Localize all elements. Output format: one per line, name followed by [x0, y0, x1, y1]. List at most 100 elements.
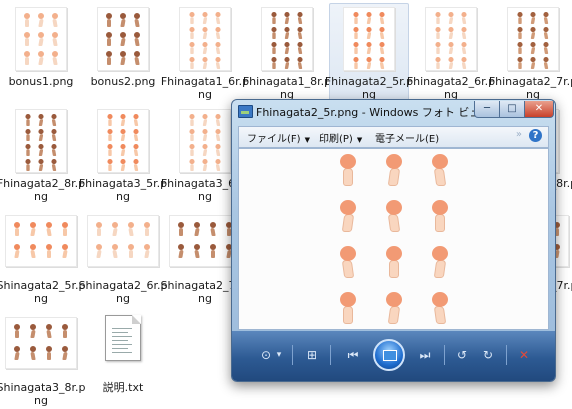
figure-sprite — [517, 42, 523, 54]
figure-sprite — [46, 222, 52, 236]
file-thumbnail — [5, 317, 77, 369]
figure-sprite — [133, 159, 139, 171]
rotate-counterclockwise-button[interactable]: ↺ — [454, 347, 470, 363]
figure-sprite — [435, 42, 441, 54]
figure-sprite — [120, 13, 126, 27]
figure-sprite — [517, 27, 523, 39]
file-item[interactable]: bonus2.png — [83, 3, 163, 103]
photo-viewer-window[interactable]: Fhinagata2_5r.png - Windows フォト ビューアー ─ … — [231, 99, 556, 382]
figure-sprite — [120, 32, 126, 46]
file-thumbnail — [343, 7, 395, 71]
file-item[interactable]: Shinagata2_6r.png — [79, 207, 168, 307]
figure-sprite — [210, 222, 216, 236]
maximize-button[interactable]: □ — [499, 101, 525, 118]
file-item[interactable]: 説明.txt — [83, 309, 163, 409]
file-thumbnail — [179, 109, 231, 173]
figure-sprite — [120, 159, 126, 171]
figure-sprite — [14, 346, 20, 360]
figure-sprite — [353, 57, 359, 69]
file-name: bonus1.png — [8, 75, 74, 88]
figure-sprite — [215, 129, 221, 141]
file-thumbnail — [87, 215, 159, 267]
file-item[interactable]: Fhinagata2_8r.png — [0, 105, 85, 205]
slideshow-button[interactable] — [373, 339, 405, 371]
menu-email[interactable]: 電子メール(E) — [375, 130, 439, 145]
help-icon[interactable]: ? — [529, 129, 542, 142]
delete-button[interactable]: ✕ — [516, 347, 532, 363]
figure-sprite — [338, 154, 358, 186]
actual-size-icon[interactable]: ⊞ — [304, 347, 320, 363]
figure-sprite — [120, 129, 126, 141]
figure-sprite — [284, 42, 290, 54]
image-canvas[interactable] — [238, 148, 549, 330]
figure-sprite — [144, 222, 150, 236]
file-item[interactable]: bonus1.png — [1, 3, 81, 103]
minimize-button[interactable]: ─ — [474, 101, 500, 118]
file-name: Fhinagata1_8r.png — [242, 75, 332, 101]
next-button[interactable]: ⏭ — [416, 347, 434, 363]
figure-sprite — [51, 144, 57, 156]
figure-sprite — [51, 159, 57, 171]
figure-sprite — [62, 244, 68, 258]
figure-sprite — [24, 13, 30, 27]
figure-sprite — [51, 129, 57, 141]
figure-sprite — [112, 222, 118, 236]
file-name: Fhinagata2_7r.png — [488, 75, 572, 101]
figure-sprite — [202, 42, 208, 54]
file-item[interactable]: Fhinagata2_5r.png — [325, 3, 413, 103]
previous-button[interactable]: ⏮ — [344, 347, 362, 363]
file-item[interactable]: Fhinagata1_8r.png — [243, 3, 331, 103]
figure-sprite — [448, 42, 454, 54]
figure-sprite — [215, 27, 221, 39]
figure-sprite — [25, 129, 31, 141]
menu-print-arrow-icon: ▼ — [356, 136, 363, 144]
file-name: Fhinagata3_5r.png — [78, 177, 168, 203]
figure-sprite — [530, 42, 536, 54]
figure-sprite — [128, 222, 134, 236]
figure-sprite — [366, 57, 372, 69]
figure-sprite — [62, 324, 68, 338]
figure-sprite — [353, 12, 359, 24]
file-item[interactable]: Shinagata2_5r.png — [0, 207, 86, 307]
rotate-clockwise-button[interactable]: ↻ — [480, 347, 496, 363]
figure-sprite — [210, 244, 216, 258]
figure-sprite — [530, 12, 536, 24]
file-name: Shinagata3_8r.png — [0, 381, 86, 407]
figure-sprite — [46, 324, 52, 338]
figure-sprite — [202, 57, 208, 69]
figure-sprite — [430, 292, 450, 324]
figure-sprite — [14, 222, 20, 236]
figure-sprite — [384, 154, 404, 186]
figure-sprite — [14, 244, 20, 258]
menu-print[interactable]: 印刷(P) ▼ — [319, 130, 362, 145]
close-button[interactable]: ✕ — [524, 101, 554, 118]
figure-sprite — [144, 244, 150, 258]
figure-sprite — [134, 51, 140, 65]
zoom-icon[interactable]: ⊙ — [258, 347, 274, 363]
file-item[interactable]: Fhinagata2_7r.png — [489, 3, 572, 103]
figure-sprite — [517, 57, 523, 69]
file-item[interactable]: Fhinagata3_5r.png — [79, 105, 167, 205]
figure-sprite — [46, 244, 52, 258]
file-thumbnail — [15, 109, 67, 173]
file-thumbnail — [15, 7, 67, 71]
figure-sprite — [189, 114, 195, 126]
zoom-dropdown-arrow-icon[interactable]: ▾ — [274, 347, 284, 363]
figure-sprite — [338, 246, 358, 278]
figure-sprite — [133, 144, 139, 156]
figure-sprite — [189, 57, 195, 69]
figure-sprite — [297, 42, 303, 54]
file-item[interactable]: Fhinagata2_6r.png — [407, 3, 495, 103]
figure-sprite — [133, 114, 139, 126]
file-item[interactable]: Shinagata3_8r.png — [0, 309, 86, 409]
figure-sprite — [202, 129, 208, 141]
title-bar[interactable]: Fhinagata2_5r.png - Windows フォト ビューアー ─ … — [232, 100, 555, 122]
file-thumbnail — [507, 7, 559, 71]
file-thumbnail — [97, 109, 149, 173]
figure-sprite — [353, 42, 359, 54]
menu-file[interactable]: ファイル(F) ▼ — [247, 130, 310, 145]
file-thumbnail — [425, 7, 477, 71]
figure-sprite — [384, 200, 404, 232]
toolbar-divider — [330, 345, 331, 365]
file-item[interactable]: Fhinagata1_6r.png — [161, 3, 249, 103]
